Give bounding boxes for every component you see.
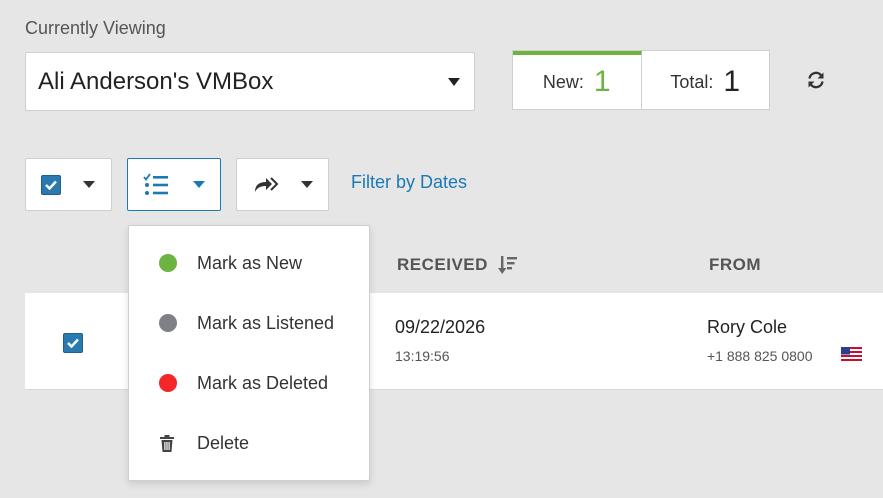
menu-item-delete[interactable]: Delete [129, 413, 369, 473]
sort-descending-icon [497, 256, 517, 274]
column-header-received-label: RECEIVED [397, 255, 488, 274]
menu-item-label: Delete [197, 432, 250, 453]
filter-by-dates-link[interactable]: Filter by Dates [351, 172, 467, 193]
menu-item-mark-listened[interactable]: Mark as Listened [129, 293, 369, 353]
message-counts: New: 1 Total: 1 [512, 50, 770, 110]
caller-phone: +1 888 825 0800 [707, 348, 813, 364]
menu-item-label: Mark as Listened [197, 312, 335, 333]
vmbox-select[interactable]: Ali Anderson's VMBox [25, 52, 475, 111]
total-count-value: 1 [723, 65, 741, 98]
caret-down-icon [448, 78, 460, 86]
column-header-from[interactable]: FROM [709, 255, 761, 275]
column-header-received[interactable]: RECEIVED [397, 255, 518, 275]
new-count-value: 1 [593, 65, 611, 98]
row-checkbox[interactable] [63, 333, 83, 353]
check-icon [45, 180, 57, 190]
vmbox-select-value: Ali Anderson's VMBox [38, 67, 274, 95]
total-count-label: Total: [670, 71, 714, 92]
refresh-button[interactable] [805, 69, 827, 91]
caret-down-icon [193, 181, 205, 188]
refresh-icon [808, 71, 824, 89]
trash-icon [160, 434, 174, 452]
menu-item-label: Mark as New [197, 252, 303, 273]
new-count-tab[interactable]: New: 1 [513, 51, 642, 109]
mark-as-dropdown-button[interactable] [127, 158, 221, 211]
mark-as-menu: Mark as New Mark as Listened Mark as Del… [128, 225, 370, 481]
green-dot-icon [159, 254, 177, 272]
received-time: 13:19:56 [395, 348, 450, 364]
currently-viewing-label: Currently Viewing [25, 18, 166, 38]
checklist-icon [143, 172, 168, 195]
select-all-checkbox[interactable] [41, 174, 61, 195]
caret-down-icon [301, 181, 313, 188]
caller-name: Rory Cole [707, 317, 788, 337]
received-date: 09/22/2026 [395, 317, 486, 337]
new-count-label: New: [542, 71, 584, 92]
menu-item-mark-new[interactable]: Mark as New [129, 233, 369, 293]
forward-dropdown-button[interactable] [236, 158, 329, 211]
menu-item-label: Mark as Deleted [197, 372, 329, 393]
select-all-dropdown[interactable] [25, 158, 112, 211]
gray-dot-icon [159, 314, 177, 332]
caret-down-icon [83, 181, 95, 188]
check-icon [67, 338, 79, 349]
us-flag-icon [841, 347, 862, 361]
total-count-tab[interactable]: Total: 1 [642, 51, 770, 109]
menu-item-mark-deleted[interactable]: Mark as Deleted [129, 353, 369, 413]
forward-all-icon [255, 176, 279, 192]
red-dot-icon [159, 374, 177, 392]
